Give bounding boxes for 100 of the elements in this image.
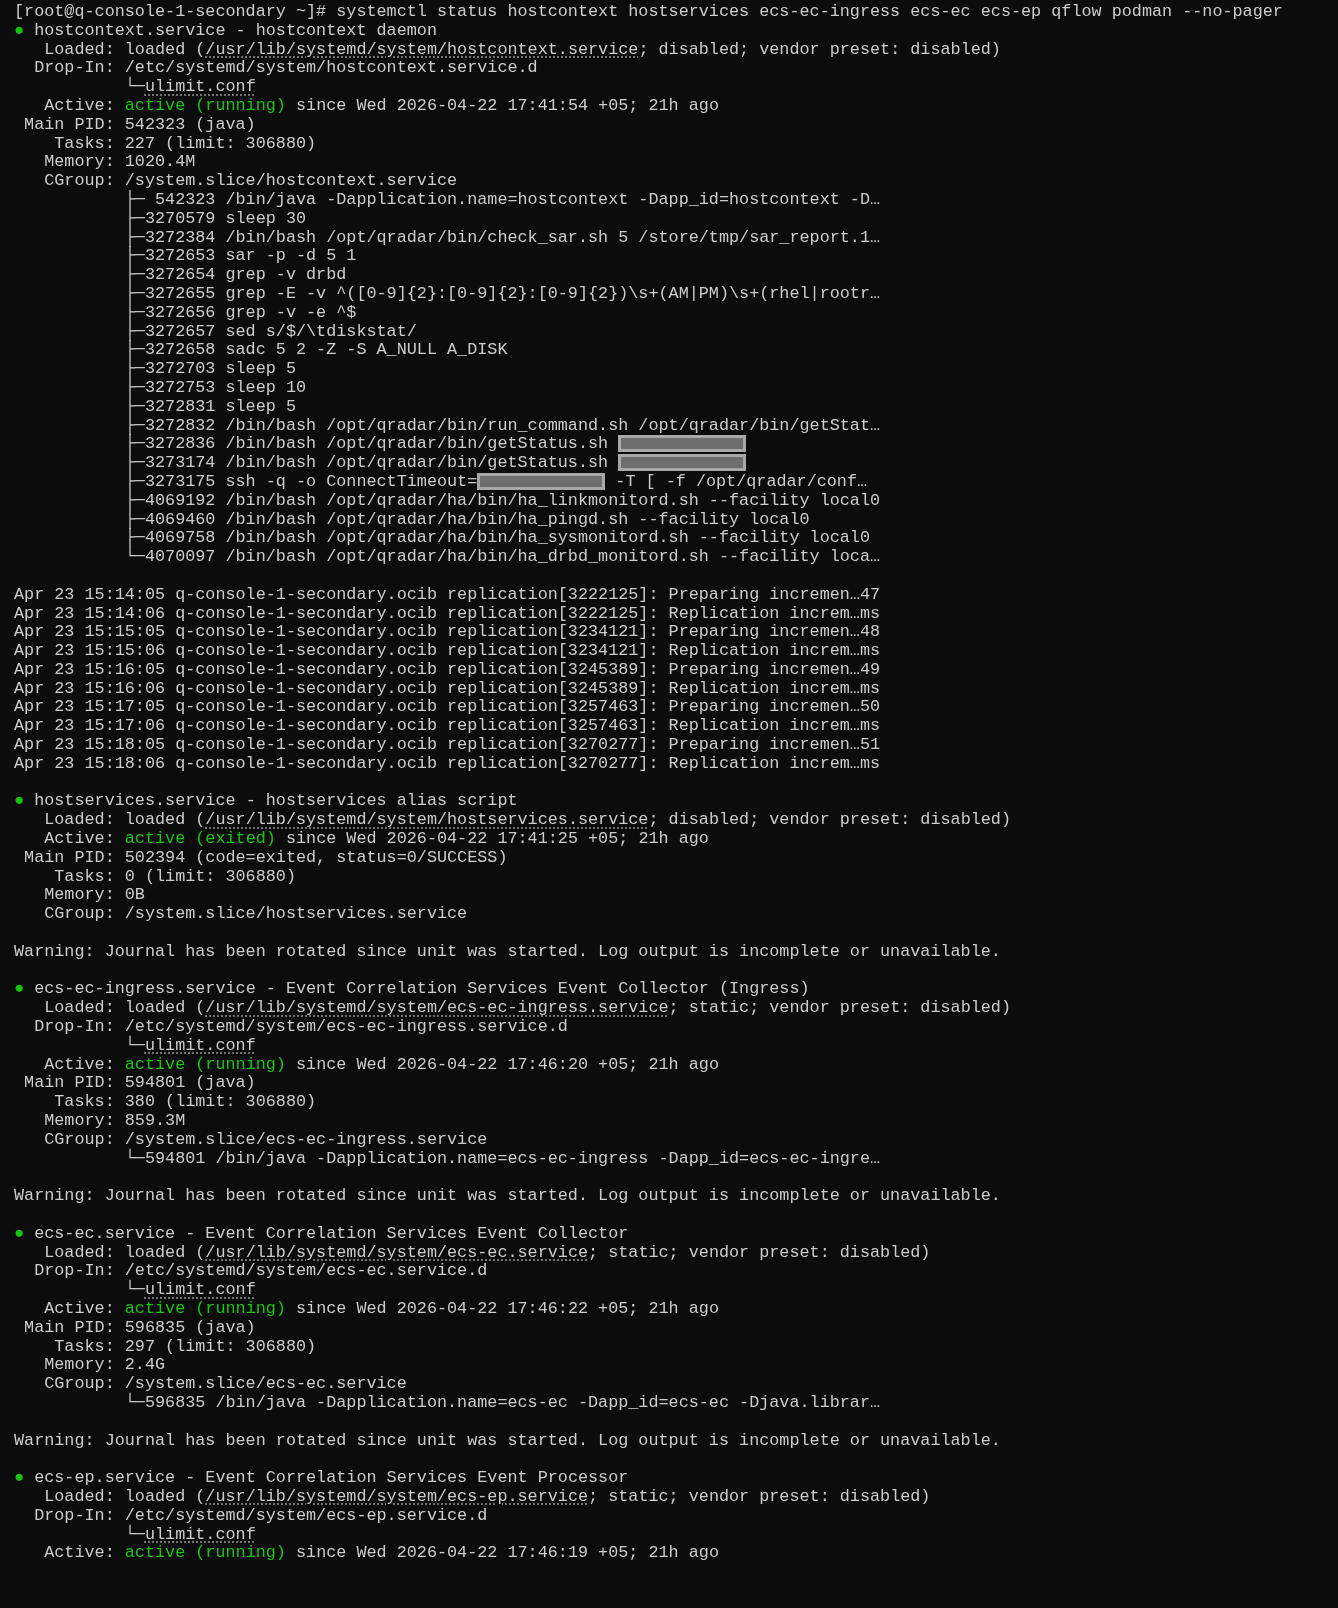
terminal-line: Apr 23 15:14:06 q-console-1-secondary.ocib replication[3222125]: Replication increm…ms [14, 603, 881, 623]
file-path-link[interactable]: ulimit.conf [144, 1524, 256, 1544]
terminal-line: Warning: Journal has been rotated since unit was started. Log output is incomplete or unavailable. [14, 1430, 1001, 1450]
terminal-line: [root@q-console-1-secondary ~]# systemctl status hostcontext hostservices ecs-ec-ingress ecs-ec ecs-ep qflow podman --no-pager [14, 2, 1283, 21]
terminal-line: ├─3272384 /bin/bash /opt/qradar/bin/check_sar.sh 5 /store/tmp/sar_report.1… [123, 227, 881, 247]
terminal-line: Warning: Journal has been rotated since unit was started. Log output is incomplete or unavailable. [14, 1186, 1001, 1206]
terminal-line: Memory: 0B [43, 885, 145, 905]
file-path-link[interactable]: ulimit.conf [144, 77, 256, 97]
status-bullet: ● [14, 20, 25, 40]
terminal-text: ; disabled; vendor preset: disabled) [638, 39, 1001, 59]
terminal-text: ecs-ec-ingress.service - Event Correlation Services Event Collector (Ingress) [33, 979, 810, 999]
terminal-line: ├─3270579 sleep 30 [123, 208, 307, 228]
terminal-line: ├─3272653 sar -p -d 5 1 [123, 246, 357, 266]
terminal-line: Tasks: 227 (limit: 306880) [53, 133, 317, 153]
terminal-line: ├─4069460 /bin/bash /opt/qradar/ha/bin/ha_pingd.sh --facility local0 [123, 509, 810, 529]
terminal-text: since Wed 2026-04-22 17:46:19 +05; 21h ago [295, 1543, 719, 1563]
terminal-text: Active: [43, 1054, 116, 1074]
terminal-text: since Wed 2026-04-22 17:41:54 +05; 21h ago [295, 96, 719, 115]
terminal-text: since Wed 2026-04-22 17:46:20 +05; 21h ago [295, 1054, 719, 1074]
terminal-text: Active: [43, 829, 116, 849]
terminal-line: └─596835 /bin/java -Dapplication.name=ecs-ec -Dapp_id=ecs-ec -Djava.librar… [123, 1392, 881, 1412]
terminal-text: hostcontext.service - hostcontext daemon [33, 20, 437, 40]
terminal-line: ├─3272832 /bin/bash /opt/qradar/bin/run_command.sh /opt/qradar/bin/getStat… [123, 415, 881, 435]
terminal-text: Loaded: loaded ( [43, 810, 206, 830]
terminal-text: ecs-ep.service - Event Correlation Services Event Processor [33, 1468, 629, 1488]
terminal-line: └─594801 /bin/java -Dapplication.name=ecs-ec-ingress -Dapp_id=ecs-ec-ingre… [123, 1148, 881, 1168]
terminal-line: Main PID: 542323 (java) [23, 114, 256, 134]
terminal-text: since Wed 2026-04-22 17:41:25 +05; 21h ago [284, 829, 709, 849]
terminal-line: ├─3272656 grep -v -e ^$ [123, 302, 357, 322]
terminal-line: ├─4069758 /bin/bash /opt/qradar/ha/bin/ha_sysmonitord.sh --facility local0 [123, 528, 870, 548]
terminal-line: Main PID: 502394 (code=exited, status=0/SUCCESS) [23, 847, 508, 867]
terminal-text: Active: [43, 96, 116, 115]
file-path-link[interactable]: /usr/lib/systemd/system/ecs-ec.service [205, 1242, 589, 1262]
terminal-text: └─ [123, 77, 145, 97]
terminal-line: ├─3272658 sadc 5 2 -Z -S A_NULL A_DISK [123, 340, 508, 360]
terminal-line: Drop-In: /etc/systemd/system/ecs-ec-ingress.service.d [33, 1017, 568, 1037]
terminal-line: Apr 23 15:15:06 q-console-1-secondary.ocib replication[3234121]: Replication increm…ms [14, 641, 881, 661]
terminal-line: CGroup: /system.slice/hostservices.service [43, 904, 468, 924]
terminal-text: Loaded: loaded ( [43, 998, 206, 1018]
terminal-line: Apr 23 15:18:06 q-console-1-secondary.ocib replication[3270277]: Replication increm…ms [14, 753, 881, 773]
status-text: active (exited) [124, 829, 276, 849]
terminal-line: Drop-In: /etc/systemd/system/ecs-ec.service.d [33, 1261, 488, 1281]
status-bullet: ● [14, 1223, 25, 1243]
terminal-text: └─ [123, 1524, 145, 1544]
terminal-line: ├─3272753 sleep 10 [123, 377, 307, 397]
terminal-text: -T [ -f /opt/qradar/conf… [614, 471, 868, 491]
terminal-text: Active: [43, 1543, 116, 1563]
status-text: active (running) [124, 1543, 286, 1563]
terminal-text: └─ [123, 1035, 145, 1055]
file-path-link[interactable]: ulimit.conf [144, 1035, 256, 1055]
terminal-text: Loaded: loaded ( [43, 1242, 206, 1262]
terminal-line: └─4070097 /bin/bash /opt/qradar/ha/bin/ha_drbd_monitord.sh --facility loca… [123, 547, 881, 567]
terminal-line: Apr 23 15:14:05 q-console-1-secondary.ocib replication[3222125]: Preparing incremen…47 [14, 584, 881, 604]
terminal-line: Main PID: 596835 (java) [23, 1317, 256, 1337]
terminal-line: ├─3272703 sleep 5 [123, 359, 296, 379]
terminal-line: CGroup: /system.slice/ecs-ec.service [43, 1374, 407, 1394]
terminal-text: ; static; vendor preset: disabled) [668, 998, 1011, 1018]
file-path-link[interactable]: /usr/lib/systemd/system/hostservices.service [205, 810, 649, 830]
terminal-line: Tasks: 380 (limit: 306880) [53, 1092, 317, 1112]
terminal-text: ├─3272836 /bin/bash /opt/qradar/bin/getStatus.sh [123, 434, 610, 454]
terminal-text: Loaded: loaded ( [43, 1486, 206, 1506]
terminal-line: Drop-In: /etc/systemd/system/hostcontext.service.d [33, 58, 538, 78]
status-text: active (running) [124, 96, 286, 115]
terminal-text: since Wed 2026-04-22 17:46:22 +05; 21h ago [295, 1299, 719, 1318]
terminal-line: Apr 23 15:16:05 q-console-1-secondary.ocib replication[3245389]: Preparing incremen…49 [14, 659, 881, 679]
status-bullet: ● [14, 791, 25, 811]
terminal-line: ├─ 542323 /bin/java -Dapplication.name=hostcontext -Dapp_id=hostcontext -D… [123, 189, 881, 209]
terminal-line: ├─4069192 /bin/bash /opt/qradar/ha/bin/ha_linkmonitord.sh --facility local0 [123, 490, 881, 510]
terminal-text: ; static; vendor preset: disabled) [588, 1242, 931, 1262]
terminal-text: ├─3273174 /bin/bash /opt/qradar/bin/getStatus.sh [123, 453, 610, 473]
terminal-line: CGroup: /system.slice/hostcontext.service [43, 171, 458, 191]
terminal-text: Loaded: loaded ( [43, 39, 206, 59]
terminal-line: Apr 23 15:17:06 q-console-1-secondary.ocib replication[3257463]: Replication increm…ms [14, 716, 881, 736]
terminal-line: Drop-In: /etc/systemd/system/ecs-ep.service.d [33, 1505, 488, 1525]
terminal-line: Apr 23 15:17:05 q-console-1-secondary.ocib replication[3257463]: Preparing incremen…50 [14, 697, 881, 717]
terminal-line: Memory: 2.4G [43, 1355, 166, 1375]
terminal-line: ├─3272657 sed s/$/\tdiskstat/ [123, 321, 417, 341]
status-text: active (running) [124, 1054, 286, 1074]
file-path-link[interactable]: /usr/lib/systemd/system/ecs-ep.service [205, 1486, 589, 1506]
terminal-text: Active: [43, 1299, 116, 1318]
status-bullet: ● [14, 979, 25, 999]
terminal-line: Tasks: 0 (limit: 306880) [53, 866, 296, 886]
file-path-link[interactable]: /usr/lib/systemd/system/hostcontext.service [205, 39, 639, 59]
file-path-link[interactable]: ulimit.conf [144, 1280, 256, 1300]
terminal-line: Main PID: 594801 (java) [23, 1073, 256, 1093]
terminal-line: Memory: 1020.4M [43, 152, 196, 172]
terminal-line: Apr 23 15:16:06 q-console-1-secondary.ocib replication[3245389]: Replication increm…ms [14, 678, 881, 698]
terminal-line: Tasks: 297 (limit: 306880) [53, 1336, 317, 1356]
terminal-text: ; static; vendor preset: disabled) [588, 1486, 931, 1506]
terminal-text: ├─3273175 ssh -q -o ConnectTimeout= [123, 471, 478, 491]
status-bullet: ● [14, 1468, 25, 1488]
terminal-line: ├─3272831 sleep 5 [123, 396, 296, 416]
terminal-line: Apr 23 15:18:05 q-console-1-secondary.ocib replication[3270277]: Preparing incremen…51 [14, 735, 881, 755]
terminal-line: Warning: Journal has been rotated since unit was started. Log output is incomplete or unavailable. [14, 941, 1001, 961]
terminal-line: ├─3272654 grep -v drbd [123, 265, 347, 285]
terminal-text: ; disabled; vendor preset: disabled) [648, 810, 1011, 830]
terminal-line: Memory: 859.3M [43, 1111, 186, 1130]
file-path-link[interactable]: /usr/lib/systemd/system/ecs-ec-ingress.service [205, 998, 669, 1018]
terminal-text: └─ [123, 1280, 145, 1300]
terminal-line: CGroup: /system.slice/ecs-ec-ingress.service [43, 1129, 488, 1149]
